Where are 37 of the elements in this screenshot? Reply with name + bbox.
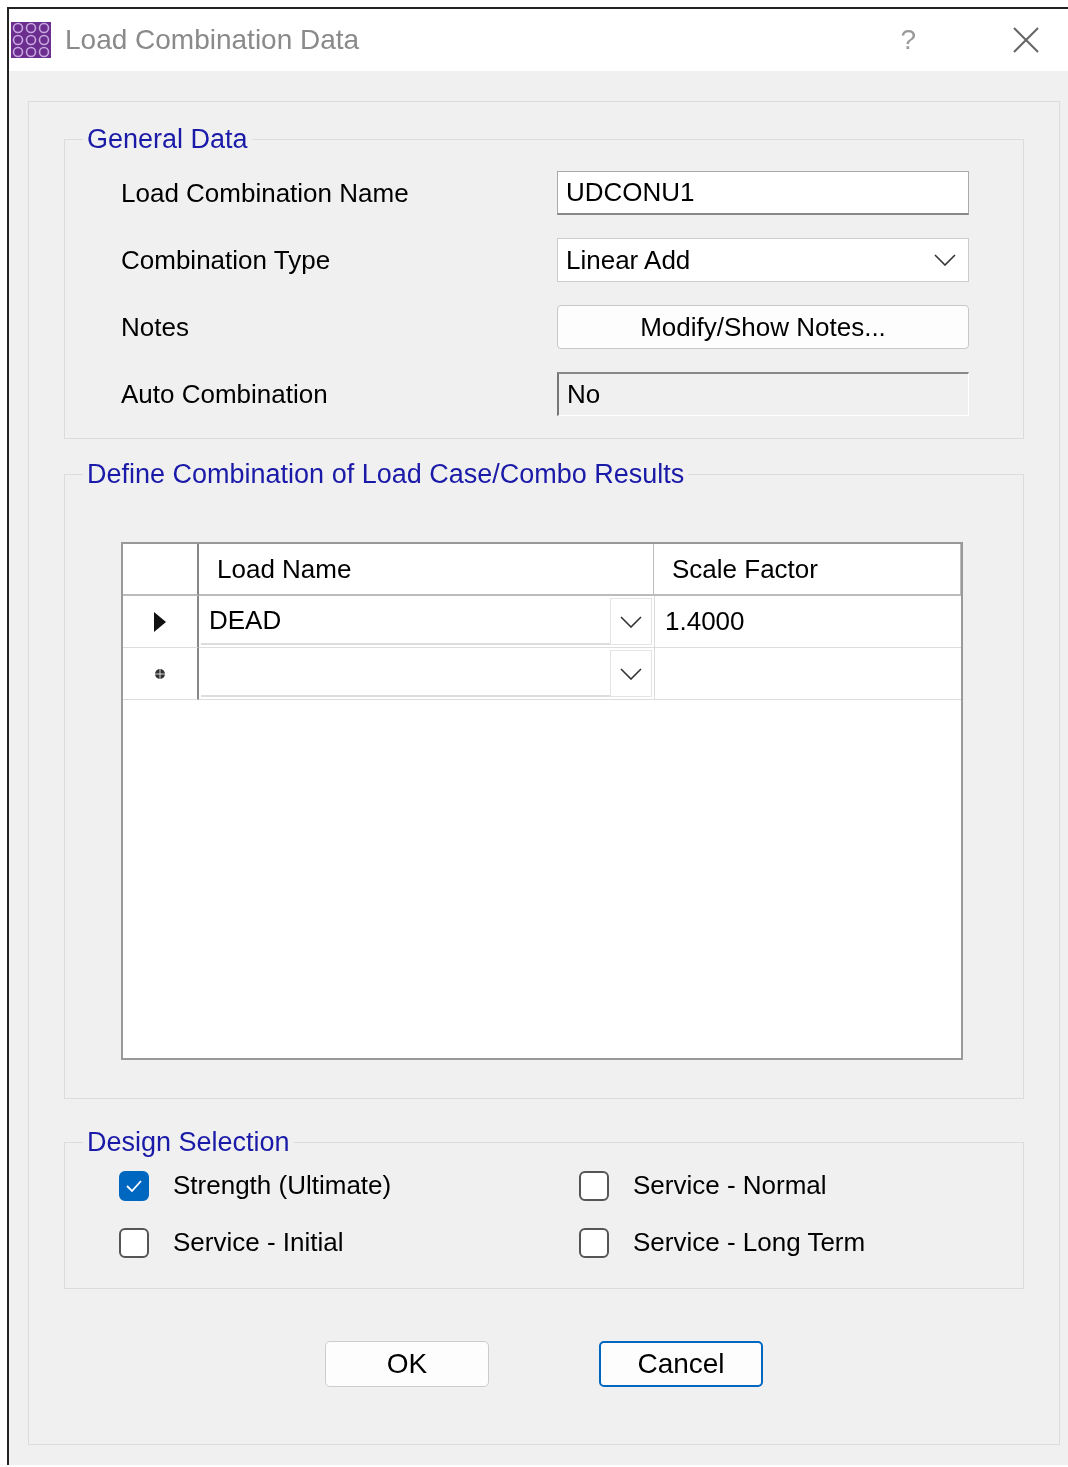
dropdown-button[interactable] <box>610 598 652 645</box>
dialog-button[interactable]: OK <box>325 1341 489 1387</box>
field-label: Combination Type <box>121 244 332 276</box>
check-icon <box>125 1178 143 1193</box>
chevron-down-icon <box>934 254 956 266</box>
notes-button[interactable]: Modify/Show Notes... <box>557 305 969 349</box>
field-label: Load Combination Name <box>121 177 410 209</box>
table-cell: 1.4000 <box>654 596 961 648</box>
checkbox[interactable] <box>119 1170 149 1201</box>
checkbox[interactable] <box>119 1227 149 1258</box>
checkbox[interactable] <box>579 1170 609 1201</box>
close-icon[interactable] <box>1012 26 1040 54</box>
column-header: Load Name <box>199 544 654 596</box>
field-label: Auto Combination <box>121 378 329 410</box>
combination-type-dropdown[interactable]: Linear Add <box>557 238 969 282</box>
group-title: Design Selection <box>86 1127 291 1158</box>
checkbox-label: Strength (Ultimate) <box>173 1170 392 1201</box>
name-field[interactable]: UDCONU1 <box>557 171 969 215</box>
group-title: Define Combination of Load Case/Combo Results <box>86 459 686 490</box>
column-header: Scale Factor <box>654 544 961 596</box>
dropdown-button[interactable] <box>610 650 652 697</box>
load-name-cell[interactable]: DEAD <box>201 598 610 645</box>
checkbox-label: Service - Normal <box>633 1170 827 1201</box>
table-cell[interactable] <box>654 648 961 700</box>
dialog-button[interactable]: Cancel <box>599 1341 763 1387</box>
row-pointer-icon <box>154 611 166 632</box>
window-title: Load Combination Data <box>65 24 361 56</box>
checkbox-label: Service - Long Term <box>633 1227 866 1258</box>
checkbox-label: Service - Initial <box>173 1227 344 1258</box>
new-row-icon <box>154 667 166 680</box>
chevron-down-icon <box>620 615 642 628</box>
readonly-field: No <box>557 372 969 416</box>
app-icon <box>11 22 51 58</box>
field-label: Notes <box>121 311 190 343</box>
chevron-down-icon <box>620 667 642 680</box>
group-title: General Data <box>86 124 249 155</box>
checkbox[interactable] <box>579 1227 609 1258</box>
